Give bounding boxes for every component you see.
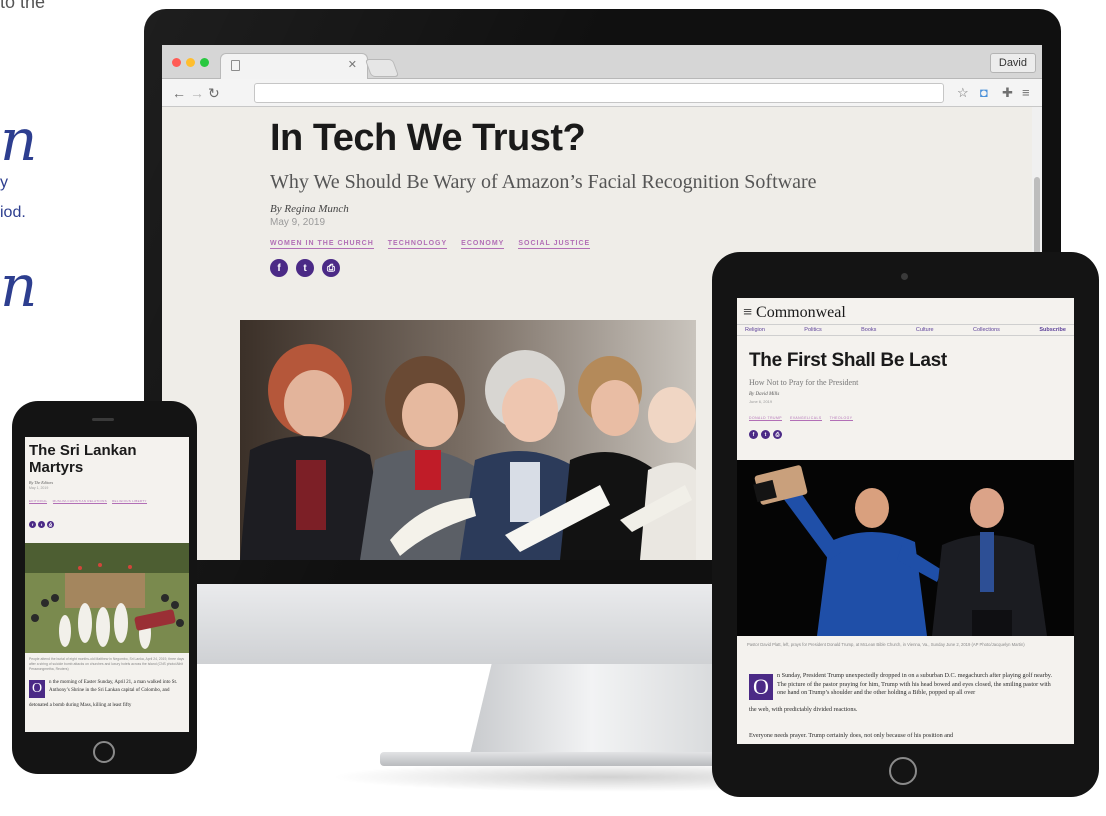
phone-home-button[interactable] [93,741,115,763]
forward-arrow-icon[interactable]: → [190,84,204,102]
article-hero-photo [25,543,189,653]
extension-icon[interactable]: ✚ [1002,84,1013,102]
print-icon[interactable]: ⎙ [322,259,340,277]
reload-icon[interactable]: ↻ [208,84,220,102]
share-buttons: f t ⎙ [270,259,340,277]
tag-link[interactable]: EDITORIAL [29,499,48,504]
article-title: The Sri Lankan Martyrs [29,442,137,476]
site-masthead[interactable]: ≡ Commonweal [737,304,1074,322]
article-tags: EDITORIAL MUSLIM-CHRISTIAN RELATIONS REL… [29,499,179,504]
monitor-stand [470,664,740,754]
women-reading-photo [240,320,696,560]
marketing-line-fragment: y [0,174,8,191]
photo-caption: Pastor David Platt, left, prays for Pres… [747,642,1025,647]
nav-link-collections[interactable]: Collections [973,327,1000,333]
nav-link-books[interactable]: Books [861,327,876,333]
new-tab-button[interactable] [364,59,400,77]
menu-icon[interactable]: ≡ [1022,84,1030,102]
close-tab-icon[interactable]: ✕ [348,58,357,71]
nav-link-religion[interactable]: Religion [745,327,765,333]
tag-link[interactable]: RELIGIOUS LIBERTY [112,499,147,504]
article-date: May 1, 2019 [29,486,49,490]
phone-screen: The Sri Lankan Martyrs By The Editors Ma… [25,437,189,732]
article-body-text: n the morning of Easter Sunday, April 21… [49,680,178,693]
article-tags: WOMEN IN THE CHURCH TECHNOLOGY ECONOMY S… [270,240,591,249]
article-title: In Tech We Trust? [270,117,586,159]
share-buttons: f t ⎙ [29,521,54,528]
article-date: June 6, 2019 [749,399,773,404]
site-nav: Religion Politics Books Culture Collecti… [737,324,1074,336]
browser-toolbar: ← → ↻ ☆ ◘ ✚ ≡ [162,79,1042,107]
twitter-icon[interactable]: t [38,521,45,528]
marketing-heading-fragment: n [0,252,38,320]
star-icon[interactable]: ☆ [957,84,969,102]
phone-speaker [92,418,114,421]
article-tags: DONALD TRUMP EVANGELICALS THEOLOGY [749,416,853,421]
tag-link[interactable]: SOCIAL JUSTICE [518,240,591,249]
drop-cap: O [749,674,773,700]
page-icon [231,60,240,71]
camera-icon[interactable]: ◘ [980,84,988,102]
twitter-icon[interactable]: t [296,259,314,277]
tag-link[interactable]: THEOLOGY [829,416,853,421]
article-byline[interactable]: By Regina Munch [270,203,349,215]
article-body-text: the web, with predictably divided reacti… [749,706,858,713]
tag-link[interactable]: EVANGELICALS [790,416,822,421]
marketing-text-fragment: to the [0,0,46,12]
share-buttons: f t ⎙ [749,430,782,439]
address-bar[interactable] [254,83,944,103]
close-window-button[interactable] [172,58,181,67]
tag-link[interactable]: WOMEN IN THE CHURCH [270,240,374,249]
funeral-crowd-photo [25,543,189,653]
tablet-screen: ≡ Commonweal Religion Politics Books Cul… [737,298,1074,744]
article-byline[interactable]: By The Editors [29,480,53,485]
facebook-icon[interactable]: f [270,259,288,277]
nav-link-politics[interactable]: Politics [804,327,821,333]
tag-link[interactable]: MUSLIM-CHRISTIAN RELATIONS [52,499,107,504]
minimize-window-button[interactable] [186,58,195,67]
article-subtitle: Why We Should Be Wary of Amazon’s Facial… [270,171,817,193]
print-icon[interactable]: ⎙ [47,521,54,528]
article-body-text: n Sunday, President Trump unexpectedly d… [777,672,1052,696]
drop-cap: O [29,680,45,698]
tag-link[interactable]: DONALD TRUMP [749,416,783,421]
print-icon[interactable]: ⎙ [773,430,782,439]
device-mockup-stage: to the n y iod. n ✕ David ← → ↻ ☆ ◘ ✚ ≡ … [0,0,1106,816]
article-title: The First Shall Be Last [749,350,947,371]
marketing-line-fragment: iod. [0,204,26,221]
article-date: May 9, 2019 [270,217,326,228]
article-subtitle: How Not to Pray for the President [749,378,859,387]
pastor-praying-photo [737,460,1074,636]
back-arrow-icon[interactable]: ← [172,84,186,102]
nav-link-culture[interactable]: Culture [916,327,934,333]
browser-tab-strip: ✕ David [162,45,1042,79]
tablet-camera [901,273,908,280]
profile-button[interactable]: David [989,53,1036,73]
article-body-text: detonated a bomb during Mass, killing at… [29,703,132,708]
facebook-icon[interactable]: f [749,430,758,439]
photo-caption: People attend the burial of eight months… [29,657,185,671]
article-byline[interactable]: By David Mills [749,392,779,397]
tag-link[interactable]: ECONOMY [461,240,505,249]
maximize-window-button[interactable] [200,58,209,67]
article-body-text: Everyone needs prayer. Trump certainly d… [749,732,954,739]
article-hero-photo [737,460,1074,636]
browser-tab[interactable]: ✕ [220,53,368,79]
twitter-icon[interactable]: t [761,430,770,439]
tag-link[interactable]: TECHNOLOGY [387,240,448,249]
article-hero-photo [240,320,696,560]
marketing-heading-fragment: n [0,106,38,174]
facebook-icon[interactable]: f [29,521,36,528]
subscribe-link[interactable]: Subscribe [1039,327,1066,333]
tablet-home-button[interactable] [889,757,917,785]
